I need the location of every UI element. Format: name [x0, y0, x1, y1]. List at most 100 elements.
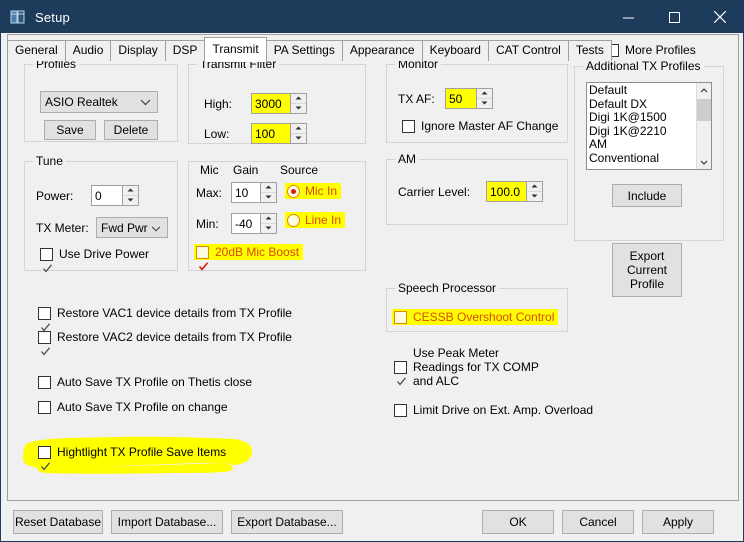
tune-power-spinner[interactable]: 0 [91, 185, 139, 206]
carrier-level-value[interactable]: 100.0 [487, 182, 526, 201]
tab-tests[interactable]: Tests [568, 40, 612, 61]
export-current-profile-button[interactable]: Export Current Profile [612, 243, 682, 297]
mic-min-value[interactable]: -40 [232, 214, 260, 233]
spinner-up-icon[interactable] [261, 183, 276, 193]
carrier-level-spinner[interactable]: 100.0 [486, 181, 543, 202]
profiles-combo[interactable]: ASIO Realtek [40, 91, 158, 113]
cancel-button[interactable]: Cancel [562, 510, 634, 534]
source-radio-mic-in[interactable]: Mic In [285, 183, 341, 199]
spinner-arrows[interactable] [526, 182, 542, 201]
scroll-up-icon[interactable] [697, 83, 711, 97]
apply-button[interactable]: Apply [642, 510, 714, 534]
setup-window: Setup General Audio Display DSP Transmit [0, 0, 744, 542]
ok-button[interactable]: OK [482, 510, 554, 534]
spinner-down-icon[interactable] [261, 193, 276, 203]
check-icon [40, 332, 51, 360]
tab-cat-control[interactable]: CAT Control [488, 40, 569, 61]
mic-max-value[interactable]: 10 [232, 183, 260, 202]
list-item[interactable]: Default DX [589, 98, 696, 112]
ignore-master-af-checkbox[interactable]: Ignore Master AF Change [402, 119, 558, 133]
import-database-button[interactable]: Import Database... [111, 510, 223, 534]
chevron-down-icon [140, 95, 151, 109]
spinner-up-icon[interactable] [261, 214, 276, 224]
spinner-up-icon[interactable] [123, 186, 138, 196]
limit-drive-checkbox[interactable]: Limit Drive on Ext. Amp. Overload [394, 403, 593, 417]
checkbox-box [394, 404, 407, 417]
tab-display[interactable]: Display [110, 40, 165, 61]
source-radio-line-in[interactable]: Line In [285, 212, 345, 228]
tab-keyboard[interactable]: Keyboard [422, 40, 489, 61]
checkbox-box [40, 248, 53, 261]
list-scrollbar[interactable] [696, 83, 711, 169]
list-item[interactable]: AM [589, 138, 696, 152]
radio-circle [287, 185, 300, 198]
spinner-down-icon[interactable] [291, 134, 306, 144]
spinner-down-icon[interactable] [261, 224, 276, 234]
spinner-up-icon[interactable] [291, 94, 306, 104]
tab-dsp[interactable]: DSP [165, 40, 206, 61]
restore-vac1-checkbox[interactable]: Restore VAC1 device details from TX Prof… [38, 306, 292, 320]
filter-low-value[interactable]: 100 [252, 124, 290, 143]
list-item[interactable]: Digi 1K@1500 [589, 111, 696, 125]
spinner-arrows[interactable] [290, 124, 306, 143]
autosave-on-change-label: Auto Save TX Profile on change [57, 400, 228, 414]
filter-high-value[interactable]: 3000 [252, 94, 290, 113]
profiles-combo-value: ASIO Realtek [45, 95, 118, 109]
maximize-icon[interactable] [651, 1, 697, 33]
list-item[interactable]: Default [589, 84, 696, 98]
minimize-icon[interactable] [605, 1, 651, 33]
filter-high-spinner[interactable]: 3000 [251, 93, 307, 114]
tx-af-value[interactable]: 50 [446, 89, 476, 108]
use-drive-power-checkbox[interactable]: Use Drive Power [40, 247, 149, 261]
spinner-arrows[interactable] [260, 183, 276, 202]
export-database-button[interactable]: Export Database... [231, 510, 343, 534]
spinner-down-icon[interactable] [123, 196, 138, 206]
delete-button[interactable]: Delete [104, 120, 158, 140]
spinner-down-icon[interactable] [527, 192, 542, 202]
save-button[interactable]: Save [44, 120, 96, 140]
spinner-down-icon[interactable] [291, 104, 306, 114]
mic-max-spinner[interactable]: 10 [231, 182, 277, 203]
autosave-on-change-checkbox[interactable]: Auto Save TX Profile on change [38, 400, 228, 414]
spinner-down-icon[interactable] [477, 99, 492, 109]
spinner-up-icon[interactable] [527, 182, 542, 192]
include-button[interactable]: Include [612, 184, 682, 207]
tab-appearance[interactable]: Appearance [342, 40, 423, 61]
tab-audio[interactable]: Audio [65, 40, 112, 61]
checkbox-box [38, 401, 51, 414]
tune-power-value[interactable]: 0 [92, 186, 122, 205]
spinner-arrows[interactable] [122, 186, 138, 205]
tune-power-label: Power: [36, 189, 73, 203]
autosave-on-close-checkbox[interactable]: Auto Save TX Profile on Thetis close [38, 375, 252, 389]
tab-general[interactable]: General [7, 40, 66, 61]
tab-strip: General Audio Display DSP Transmit PA Se… [7, 39, 743, 61]
scroll-down-icon[interactable] [697, 155, 711, 169]
mic-boost-checkbox[interactable]: 20dB Mic Boost [194, 244, 303, 260]
restore-vac2-checkbox[interactable]: Restore VAC2 device details from TX Prof… [38, 330, 292, 344]
chevron-down-icon [151, 221, 161, 235]
mic-min-spinner[interactable]: -40 [231, 213, 277, 234]
spinner-arrows[interactable] [476, 89, 492, 108]
spinner-arrows[interactable] [290, 94, 306, 113]
filter-low-spinner[interactable]: 100 [251, 123, 307, 144]
spinner-arrows[interactable] [260, 214, 276, 233]
check-icon [42, 249, 53, 277]
profile-list-items: Default Default DX Digi 1K@1500 Digi 1K@… [587, 83, 696, 169]
additional-tx-profiles-list[interactable]: Default Default DX Digi 1K@1500 Digi 1K@… [586, 82, 712, 170]
cessb-overshoot-checkbox[interactable]: CESSB Overshoot Control [392, 309, 558, 325]
close-icon[interactable] [697, 1, 743, 33]
list-item[interactable]: Conventional [589, 152, 696, 166]
list-item[interactable]: Digi 1K@2210 [589, 125, 696, 139]
spinner-up-icon[interactable] [291, 124, 306, 134]
highlight-save-items-checkbox[interactable]: Hightlight TX Profile Save Items [38, 445, 226, 459]
tx-meter-combo[interactable]: Fwd Pwr [96, 217, 168, 238]
carrier-level-label: Carrier Level: [398, 185, 470, 199]
spinner-up-icon[interactable] [477, 89, 492, 99]
tx-af-label: TX AF: [398, 92, 435, 106]
tx-af-spinner[interactable]: 50 [445, 88, 493, 109]
tab-transmit[interactable]: Transmit [204, 37, 266, 62]
tab-pa-settings[interactable]: PA Settings [266, 40, 343, 61]
use-peak-meter-checkbox[interactable]: Use Peak Meter Readings for TX COMP and … [394, 346, 539, 388]
scrollbar-thumb[interactable] [697, 99, 711, 121]
reset-database-button[interactable]: Reset Database [13, 510, 103, 534]
